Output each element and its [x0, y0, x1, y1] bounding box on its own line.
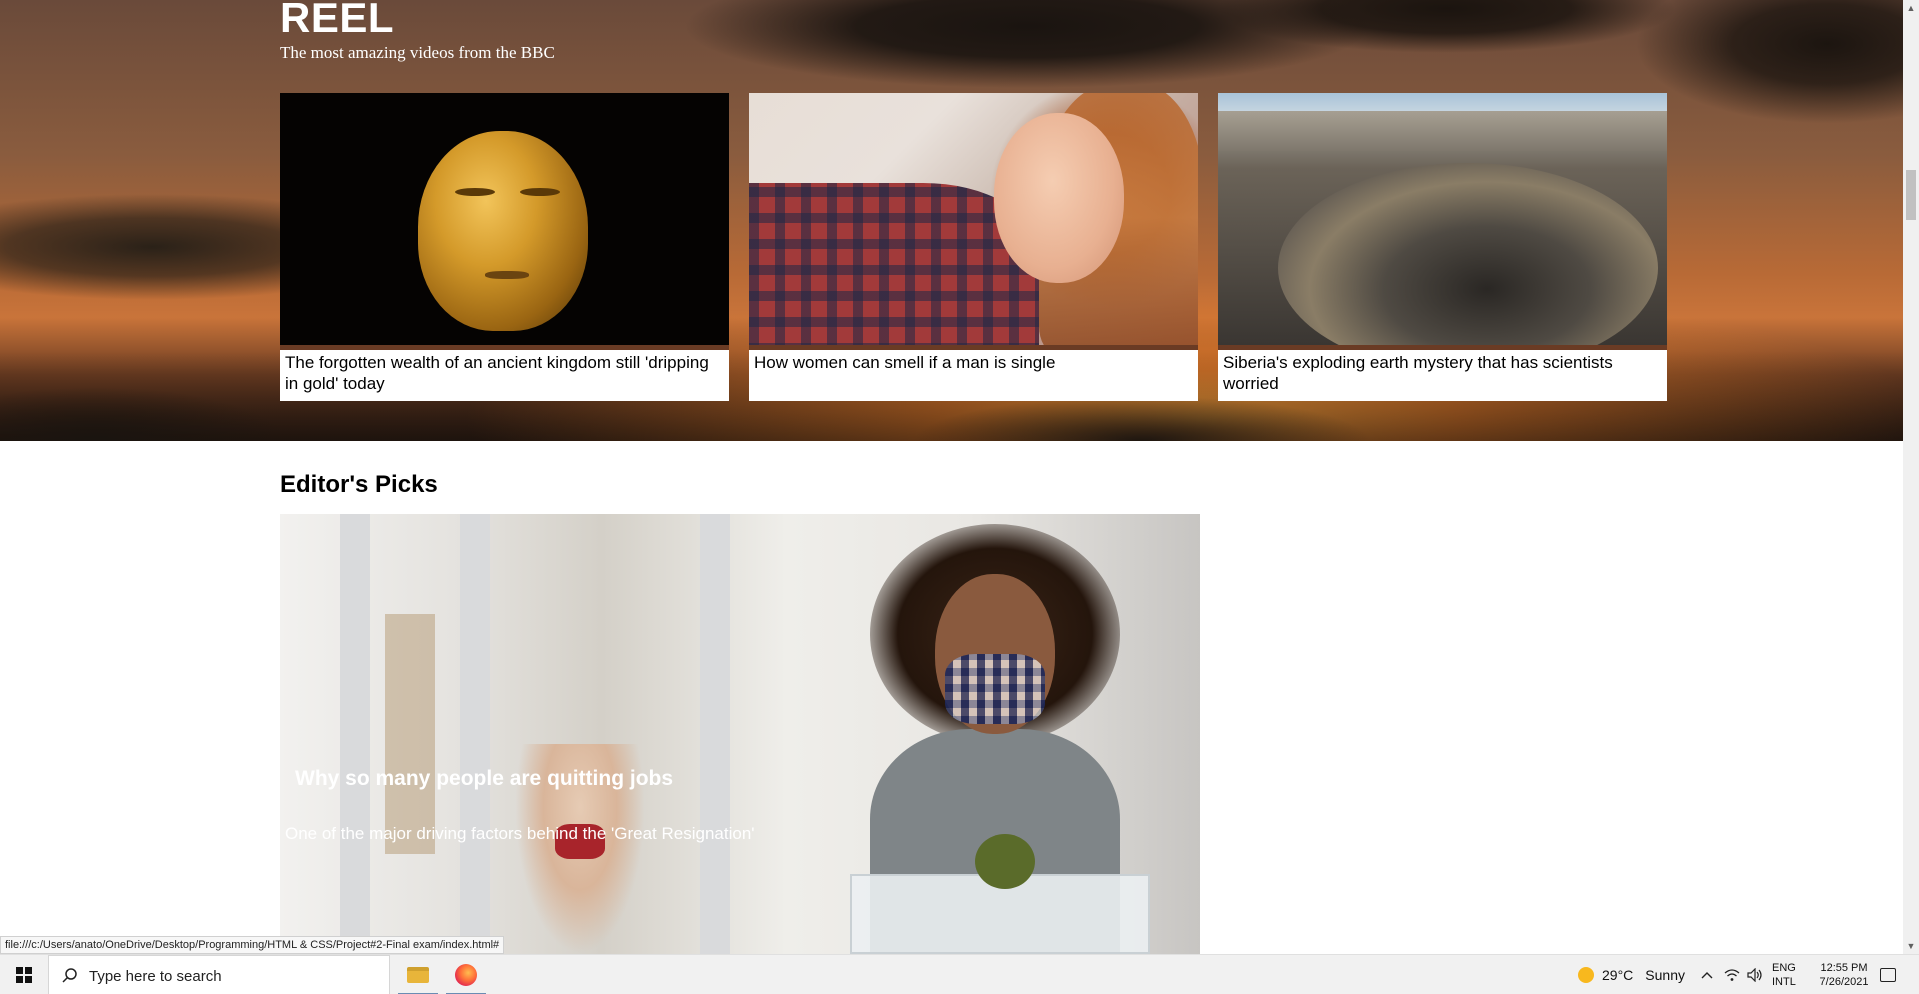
reel-title: REEL: [280, 0, 395, 41]
file-explorer-taskbar-button[interactable]: [394, 955, 442, 994]
taskbar-search-box[interactable]: [48, 955, 390, 994]
windows-logo-icon: [16, 967, 32, 983]
reel-card-siberia[interactable]: Siberia's exploding earth mystery that h…: [1218, 93, 1667, 401]
reel-section: REEL The most amazing videos from the BB…: [0, 0, 1903, 441]
keyboard-layout: INTL: [1772, 976, 1796, 988]
reel-card-caption[interactable]: Siberia's exploding earth mystery that h…: [1218, 350, 1667, 401]
reel-card-caption[interactable]: How women can smell if a man is single: [749, 350, 1198, 401]
vertical-scrollbar[interactable]: ▲ ▼: [1903, 0, 1919, 954]
gold-mask-eye-right: [520, 188, 560, 196]
crater-hole-image: [1278, 163, 1658, 345]
editors-picks-heading: Editor's Picks: [280, 471, 438, 498]
crater-rim-image: [1218, 111, 1667, 151]
gold-mask-mouth: [485, 271, 529, 279]
scroll-up-arrow-icon[interactable]: ▲: [1903, 0, 1919, 16]
weather-temperature: 29°C: [1602, 967, 1634, 983]
reel-subtitle: The most amazing videos from the BBC: [280, 43, 555, 62]
language-code: ENG: [1772, 962, 1796, 974]
action-center-button[interactable]: [1880, 955, 1896, 994]
wifi-icon: [1724, 969, 1740, 981]
weather-condition: Sunny: [1645, 967, 1685, 983]
office-window-frame: [460, 514, 490, 954]
link-status-url: file:///c:/Users/anato/OneDrive/Desktop/…: [0, 936, 505, 954]
start-button[interactable]: [0, 955, 48, 994]
chevron-up-icon: [1701, 972, 1713, 979]
office-window-frame: [700, 514, 730, 954]
volume-button[interactable]: [1747, 955, 1763, 994]
reel-card-gold-kingdom[interactable]: The forgotten wealth of an ancient kingd…: [280, 93, 729, 401]
feature-title[interactable]: Why so many people are quitting jobs: [295, 767, 673, 791]
input-language-button[interactable]: ENG INTL: [1772, 955, 1796, 994]
editors-pick-feature-card[interactable]: Why so many people are quitting jobs One…: [280, 514, 1200, 954]
office-window-frame: [340, 514, 370, 954]
reel-card-caption[interactable]: The forgotten wealth of an ancient kingd…: [280, 350, 729, 401]
folder-icon: [407, 967, 429, 983]
office-shelf-image: [385, 614, 435, 854]
woman-face-image: [994, 113, 1124, 283]
speaker-icon: [1747, 968, 1762, 982]
search-input[interactable]: [89, 964, 379, 988]
scrollbar-thumb[interactable]: [1906, 170, 1916, 220]
firefox-icon: [455, 964, 477, 986]
windows-taskbar: 29°C Sunny ENG INTL: [0, 954, 1919, 994]
browser-viewport: REEL The most amazing videos from the BB…: [0, 0, 1919, 994]
clock-date: 7/26/2021: [1819, 976, 1869, 988]
sun-icon: [1578, 967, 1594, 983]
couple-thumbnail[interactable]: [749, 93, 1198, 345]
plant-image: [975, 834, 1035, 889]
network-button[interactable]: [1724, 955, 1740, 994]
gingham-mask-image: [945, 654, 1045, 724]
crater-thumbnail[interactable]: [1218, 93, 1667, 345]
notification-icon: [1880, 968, 1896, 982]
firefox-taskbar-button[interactable]: [442, 955, 490, 994]
clock-time: 12:55 PM: [1820, 962, 1868, 974]
show-hidden-icons-button[interactable]: [1700, 955, 1714, 994]
weather-widget[interactable]: 29°C Sunny: [1578, 955, 1685, 994]
gold-mask-image: [418, 131, 588, 331]
search-icon: [62, 968, 77, 983]
clock-button[interactable]: 12:55 PM 7/26/2021: [1806, 955, 1882, 994]
scroll-down-arrow-icon[interactable]: ▼: [1903, 938, 1919, 954]
gold-mask-eye-left: [455, 188, 495, 196]
reel-card-smell[interactable]: How women can smell if a man is single: [749, 93, 1198, 401]
feature-description: One of the major driving factors behind …: [285, 824, 755, 843]
gold-mask-thumbnail[interactable]: [280, 93, 729, 345]
